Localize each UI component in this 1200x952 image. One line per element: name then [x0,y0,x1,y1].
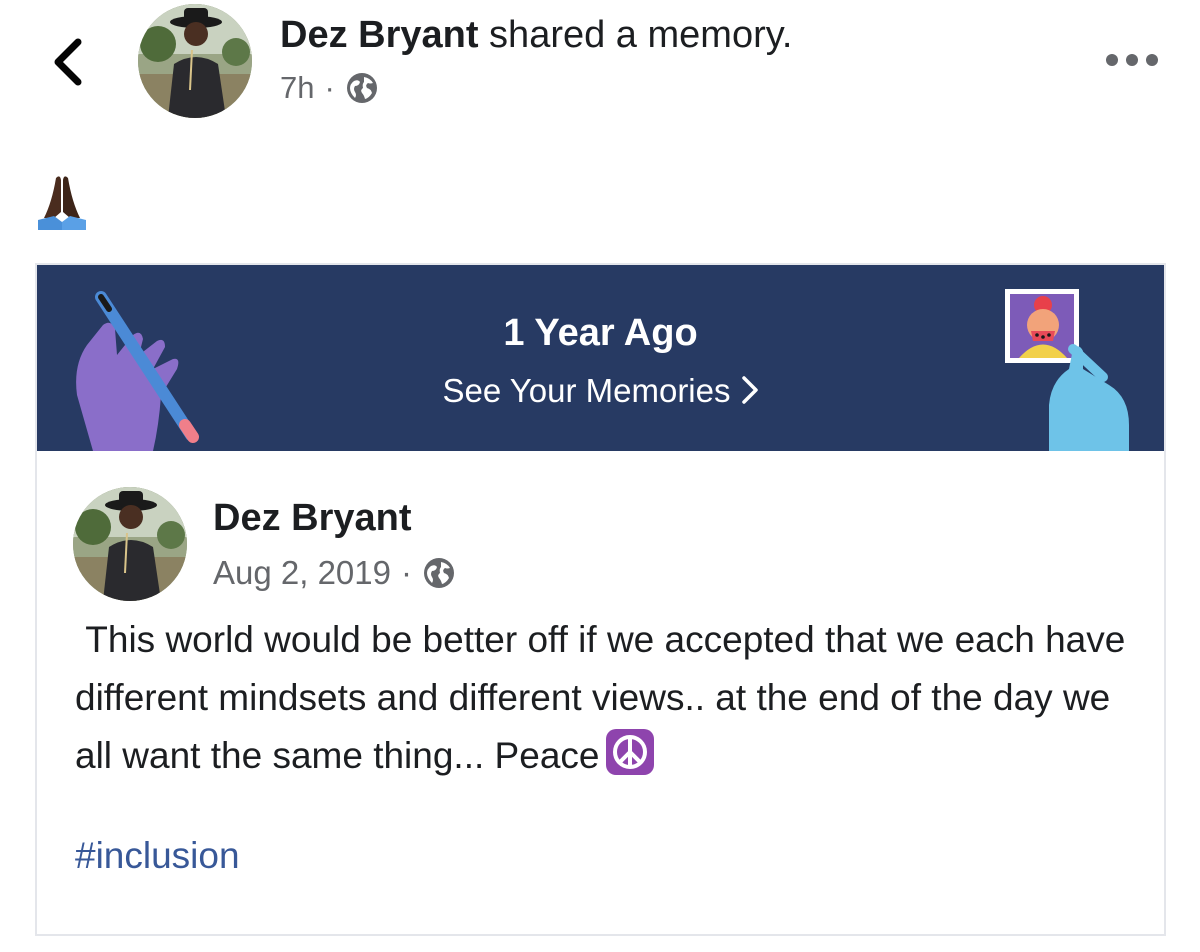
share-headline: Dez Bryant shared a memory. [280,10,792,60]
post-header: Dez Bryant shared a memory. 7h · [0,0,1200,140]
see-memories-label: See Your Memories [442,372,731,409]
chevron-left-icon [54,38,82,86]
folded-hands-emoji [38,176,86,230]
chevron-right-icon [741,376,758,404]
original-post: Dez Bryant Aug 2, 2019 · This world woul… [37,451,1164,934]
meta-separator: · [401,554,412,591]
memory-card: 1 Year Ago See Your Memories Dez Bryant … [35,263,1166,936]
more-options-button[interactable] [1104,50,1160,70]
share-action-text: shared a memory. [478,14,793,56]
hashtag-link[interactable]: #inclusion [75,831,240,881]
original-author-name[interactable]: Dez Bryant [213,493,412,543]
author-name-link[interactable]: Dez Bryant [280,14,479,56]
see-memories-link[interactable]: See Your Memories [37,369,1164,413]
meta-separator: · [324,70,335,105]
original-post-meta: Aug 2, 2019 · [213,551,456,595]
post-meta: 7h · [280,66,379,110]
memories-banner[interactable]: 1 Year Ago See Your Memories [37,265,1164,451]
back-button[interactable] [44,34,94,90]
memory-title: 1 Year Ago [503,312,698,354]
avatar-photo [73,487,187,601]
avatar-photo [138,4,252,118]
original-post-date[interactable]: Aug 2, 2019 [213,551,391,595]
globe-icon[interactable] [422,556,456,590]
peace-symbol-emoji [606,729,655,775]
globe-icon[interactable] [345,71,379,105]
hand-photo-illustration [1005,289,1129,451]
original-author-avatar[interactable] [73,487,187,601]
original-post-text: This world would be better off if we acc… [75,611,1145,785]
post-time[interactable]: 7h [280,66,314,110]
author-avatar[interactable] [138,4,252,118]
more-horizontal-icon [1106,54,1158,66]
